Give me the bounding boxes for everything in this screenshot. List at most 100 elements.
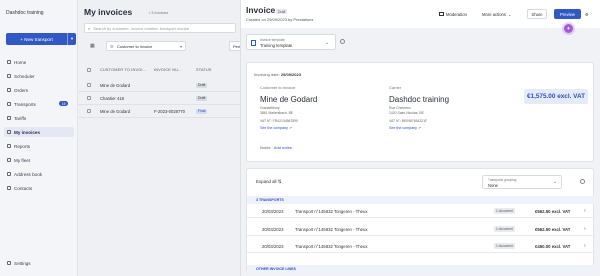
customer-section-label: Customer to invoice	[260, 85, 296, 90]
transport-date: 20/03/2023	[262, 208, 284, 214]
sidebar-item-transports[interactable]: Transports 15	[4, 99, 74, 109]
see-company-label: See the company	[389, 126, 417, 130]
moderation-label: Moderation	[446, 11, 467, 17]
sidebar-item-contacts[interactable]: Contacts	[4, 183, 74, 193]
transport-line[interactable]: 20/03/2023 Transport n°145832 Tongeren -…	[247, 223, 595, 236]
transport-title: Transport n°145832 Tongeren - Theux	[295, 226, 368, 232]
book-icon	[7, 172, 11, 176]
chevron-down-icon: ⌄	[552, 179, 557, 185]
sidebar-item-label: My invoices	[14, 129, 41, 135]
sidebar-item-home[interactable]: Home	[4, 57, 74, 67]
invoice-template-select[interactable]: Invoice template Training template ⌄	[246, 34, 336, 50]
chevron-down-icon[interactable]: ▾	[67, 33, 76, 45]
sidebar-item-scheduler[interactable]: Scheduler	[4, 71, 74, 81]
invoicing-date-label: Invoicing date:	[254, 72, 280, 77]
filter-icon[interactable]: ▦	[90, 43, 95, 49]
row-customer: Chantier 418	[100, 95, 124, 101]
column-header-invoice-number[interactable]: INVOICE NU...	[154, 68, 196, 72]
add-notes-link[interactable]: Add notes	[274, 145, 292, 150]
carrier-address: Rue Chevreux 1420 Saint-Nicolas, BE	[389, 106, 424, 115]
sidebar-item-label: Address book	[14, 171, 43, 177]
box-icon	[7, 88, 11, 92]
customer-filter-label: Customer to invoice	[117, 43, 153, 49]
monitor-icon	[439, 12, 444, 16]
transports-count-badge: 15	[59, 101, 68, 106]
customer-name: Mine de Godard	[260, 95, 318, 104]
invoice-detail-panel: Invoice Draft Created on 29/09/2023 by P…	[240, 0, 600, 276]
sidebar-item-tariffs[interactable]: Tariffs	[4, 113, 74, 123]
notes-row: Notes · Add notes	[260, 145, 292, 150]
page-title: My invoices	[84, 7, 133, 17]
document-count-badge: 1 document	[494, 208, 515, 214]
table-header: CUSTOMER TO INVOI... INVOICE NU... STATU…	[78, 64, 240, 76]
sidebar-item-address-book[interactable]: Address book	[4, 169, 74, 179]
sidebar-item-my-fleet[interactable]: My fleet	[4, 155, 74, 165]
share-label: Share	[531, 11, 543, 17]
sidebar-item-label: Orders	[14, 87, 29, 93]
transports-grouping-select[interactable]: Transports grouping None ⌄	[482, 175, 562, 189]
filter-icon: ☰	[110, 43, 114, 49]
see-carrier-company-link[interactable]: See the company ↗	[389, 126, 421, 130]
column-header-customer[interactable]: CUSTOMER TO INVOI...	[100, 68, 154, 72]
sidebar-item-label: Home	[14, 59, 27, 65]
transport-title: Transport n°145832 Tongeren - Theux	[295, 208, 368, 214]
expand-all-label: Expand all	[256, 179, 277, 184]
sidebar-item-reports[interactable]: Reports	[4, 141, 74, 151]
see-customer-company-link[interactable]: See the company ↗	[260, 126, 292, 130]
select-all-checkbox[interactable]	[87, 68, 91, 72]
invoice-icon	[7, 130, 11, 134]
table-row[interactable]: Mine de Godard Draft	[78, 79, 240, 92]
info-icon[interactable]	[580, 179, 585, 184]
status-badge: Draft	[276, 9, 288, 14]
sidebar-item-orders[interactable]: Orders	[4, 85, 74, 95]
column-header-status[interactable]: STATUS	[196, 68, 212, 72]
calendar-icon	[7, 74, 11, 78]
sidebar-item-label: Settings	[14, 260, 31, 266]
sidebar-item-label: Reports	[14, 143, 31, 149]
see-company-label: See the company	[260, 126, 288, 130]
more-actions-button[interactable]: More actions ⌄	[482, 9, 512, 19]
sidebar-item-label: Scheduler	[14, 73, 35, 79]
row-checkbox[interactable]	[87, 109, 91, 113]
search-input[interactable]: ⌕ Search by customer, invoice number, tr…	[84, 23, 236, 33]
share-button[interactable]: Share	[527, 9, 547, 19]
new-transport-button[interactable]: + New transport ▾	[6, 33, 76, 45]
expand-all-button[interactable]: Expand all ⇅	[256, 179, 281, 185]
row-checkbox[interactable]	[87, 83, 91, 87]
created-info: Created on 29/09/2023 by Prestations	[246, 17, 314, 22]
table-row[interactable]: Mine de Godard F-2023-0028770 Final	[78, 105, 240, 118]
customer-filter-select[interactable]: ☰ Customer to invoice ▾	[106, 41, 186, 51]
carrier-vat: VAT N°: BE0987654321F	[389, 119, 428, 123]
sidebar-item-my-invoices[interactable]: My invoices	[4, 127, 74, 137]
search-icon: ⌕	[88, 25, 91, 31]
notes-label: Notes	[260, 145, 271, 150]
transport-title: Transport n°145832 Tongeren - Theux	[295, 243, 368, 249]
transport-amount: €562.50 excl. VAT	[535, 226, 571, 232]
info-icon[interactable]	[340, 39, 345, 44]
sidebar-item-label: My fleet	[14, 157, 31, 163]
help-assistant-button[interactable]: ✦	[564, 24, 573, 33]
moderation-button[interactable]: Moderation	[439, 9, 467, 19]
row-customer: Mine de Godard	[100, 108, 131, 114]
settings-gear-icon[interactable]: ⚙	[585, 9, 589, 19]
transport-line[interactable]: 20/03/2023 Transport n°145832 Tongeren -…	[247, 205, 595, 218]
table-row[interactable]: Chantier 418 Draft	[78, 92, 240, 105]
invoice-list-pane: My invoices • 3 invoices ⌕ Search by cus…	[78, 0, 249, 276]
carrier-section-label: Carrier	[389, 85, 402, 90]
other-invoice-lines-header: OTHER INVOICE LINES	[247, 265, 595, 273]
transport-amount: €450.00 excl. VAT	[535, 243, 571, 249]
customer-vat: VAT N°: FR42134567890	[260, 119, 298, 123]
invoicing-date[interactable]: Invoicing date: 29/09/2023	[254, 72, 301, 77]
sidebar-item-label: Tariffs	[14, 115, 27, 121]
filter-row: ▦ ☰ Customer to invoice ▾ Peri	[84, 41, 249, 51]
row-checkbox[interactable]	[87, 96, 91, 100]
document-count-badge: 1 document	[494, 243, 515, 249]
sidebar-item-settings[interactable]: Settings	[4, 258, 74, 268]
grouping-value: None	[488, 183, 499, 188]
status-badge: Draft	[196, 82, 208, 88]
sidebar: Dashdoc training + New transport ▾ Home …	[0, 0, 78, 276]
transport-line[interactable]: 20/03/2023 Transport n°145832 Tongeren -…	[247, 240, 595, 253]
row-invoice-number: F-2023-0028770	[154, 108, 185, 114]
preview-button[interactable]: Preview	[554, 9, 581, 19]
contacts-icon	[7, 186, 11, 190]
